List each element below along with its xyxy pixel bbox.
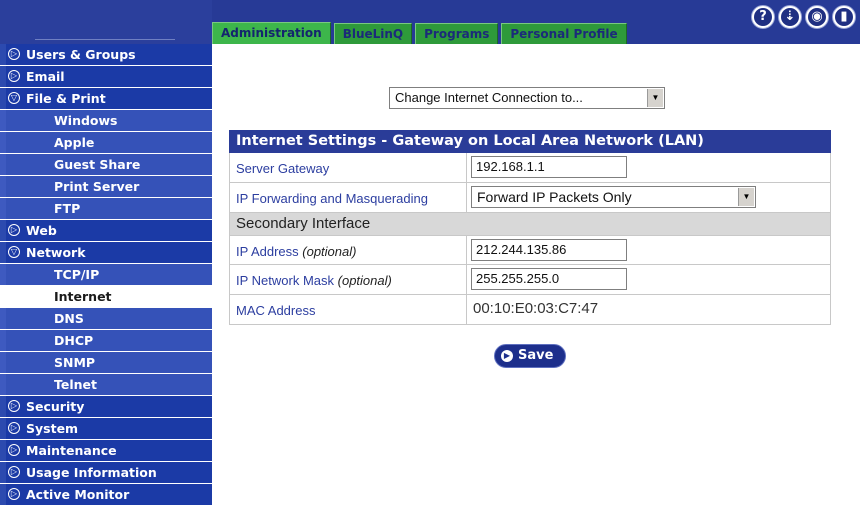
- sidebar-item-label: Web: [26, 223, 57, 238]
- server-gateway-label: Server Gateway: [236, 161, 330, 176]
- sidebar-item-dhcp[interactable]: DHCP: [0, 330, 212, 351]
- expand-arrow-icon: ▷: [8, 70, 20, 82]
- save-button[interactable]: ▶ Save: [494, 344, 566, 368]
- ip-forwarding-value: Forward IP Packets Only: [477, 189, 632, 205]
- sidebar-item-internet[interactable]: Internet: [0, 286, 212, 307]
- sidebar-item-label: Security: [26, 399, 85, 414]
- dropdown-arrow-icon[interactable]: ▼: [738, 188, 754, 206]
- connection-type-select[interactable]: Change Internet Connection to... ▼: [389, 87, 665, 109]
- internet-settings-panel: Internet Settings - Gateway on Local Are…: [229, 130, 831, 325]
- logo-underline: [35, 39, 175, 40]
- logo-area: [0, 0, 212, 44]
- server-gateway-row: Server Gateway 192.168.1.1: [229, 153, 831, 183]
- mac-address-value: 00:10:E0:03:C7:47: [473, 300, 599, 317]
- eye-icon[interactable]: ◉: [805, 5, 829, 29]
- tab-administration[interactable]: Administration: [212, 22, 331, 44]
- ip-mask-row: IP Network Mask (optional) 255.255.255.0: [229, 265, 831, 295]
- sidebar-item-label: Network: [26, 245, 86, 260]
- tab-bluelinq[interactable]: BlueLinQ: [333, 23, 413, 44]
- sidebar-item-label: Users & Groups: [26, 47, 136, 62]
- mac-address-row: MAC Address 00:10:E0:03:C7:47: [229, 295, 831, 325]
- sidebar-item-email[interactable]: ▷ Email: [0, 66, 212, 87]
- optional-hint: (optional): [337, 273, 392, 288]
- sidebar: ▷ Users & Groups ▷ Email ▽ File & Print Win…: [0, 44, 212, 515]
- tab-bar: Administration BlueLinQ Programs Persona…: [212, 22, 630, 44]
- ip-forwarding-row: IP Forwarding and Masquerading Forward I…: [229, 183, 831, 213]
- sidebar-item-network[interactable]: ▽ Network: [0, 242, 212, 263]
- expand-arrow-icon: ▷: [8, 224, 20, 236]
- ip-forwarding-label: IP Forwarding and Masquerading: [236, 191, 428, 206]
- expand-arrow-icon: ▷: [8, 400, 20, 412]
- expand-arrow-icon: ▷: [8, 422, 20, 434]
- sidebar-item-label: Active Monitor: [26, 487, 130, 502]
- save-label: Save: [518, 348, 554, 363]
- sidebar-item-windows[interactable]: Windows: [0, 110, 212, 131]
- sidebar-item-label: File & Print: [26, 91, 106, 106]
- ip-mask-label: IP Network Mask (optional): [236, 273, 392, 288]
- column-divider: [466, 153, 467, 182]
- sidebar-item-system[interactable]: ▷ System: [0, 418, 212, 439]
- sidebar-item-label: Maintenance: [26, 443, 117, 458]
- tab-programs[interactable]: Programs: [415, 23, 499, 44]
- arrow-bullet-icon: ▶: [501, 350, 513, 362]
- inbox-icon[interactable]: ⇣: [778, 5, 802, 29]
- optional-hint: (optional): [302, 244, 357, 259]
- expand-arrow-icon: ▷: [8, 48, 20, 60]
- server-gateway-input[interactable]: 192.168.1.1: [471, 156, 627, 178]
- ip-address-row: IP Address (optional) 212.244.135.86: [229, 235, 831, 265]
- column-divider: [466, 265, 467, 294]
- ip-address-label: IP Address (optional): [236, 244, 356, 259]
- sidebar-item-label: Email: [26, 69, 65, 84]
- column-divider: [466, 236, 467, 265]
- sidebar-item-users-groups[interactable]: ▷ Users & Groups: [0, 44, 212, 65]
- sidebar-item-web[interactable]: ▷ Web: [0, 220, 212, 241]
- sidebar-item-dns[interactable]: DNS: [0, 308, 212, 329]
- ip-mask-label-text: IP Network Mask: [236, 273, 335, 288]
- collapse-arrow-icon: ▽: [8, 246, 20, 258]
- door-icon[interactable]: ▮: [832, 5, 856, 29]
- ip-address-input[interactable]: 212.244.135.86: [471, 239, 627, 261]
- ip-mask-input[interactable]: 255.255.255.0: [471, 268, 627, 290]
- column-divider: [466, 183, 467, 212]
- secondary-interface-heading: Secondary Interface: [229, 213, 831, 235]
- sidebar-item-active-monitor[interactable]: ▷ Active Monitor: [0, 484, 212, 505]
- sidebar-item-maintenance[interactable]: ▷ Maintenance: [0, 440, 212, 461]
- dropdown-arrow-icon[interactable]: ▼: [647, 89, 663, 107]
- expand-arrow-icon: ▷: [8, 466, 20, 478]
- sidebar-item-usage-information[interactable]: ▷ Usage Information: [0, 462, 212, 483]
- sidebar-item-label: Usage Information: [26, 465, 157, 480]
- sidebar-item-apple[interactable]: Apple: [0, 132, 212, 153]
- top-bar: Administration BlueLinQ Programs Persona…: [0, 0, 860, 44]
- sidebar-item-snmp[interactable]: SNMP: [0, 352, 212, 373]
- sidebar-item-guest-share[interactable]: Guest Share: [0, 154, 212, 175]
- column-divider: [466, 295, 467, 324]
- toolbar-icons: ? ⇣ ◉ ▮: [748, 5, 856, 29]
- sidebar-item-print-server[interactable]: Print Server: [0, 176, 212, 197]
- sidebar-item-ftp[interactable]: FTP: [0, 198, 212, 219]
- ip-forwarding-select[interactable]: Forward IP Packets Only ▼: [471, 186, 756, 208]
- sidebar-item-telnet[interactable]: Telnet: [0, 374, 212, 395]
- sidebar-item-file-print[interactable]: ▽ File & Print: [0, 88, 212, 109]
- mac-address-label: MAC Address: [236, 303, 316, 318]
- connection-select-value: Change Internet Connection to...: [395, 90, 583, 105]
- help-icon[interactable]: ?: [751, 5, 775, 29]
- expand-arrow-icon: ▷: [8, 444, 20, 456]
- sidebar-item-label: System: [26, 421, 79, 436]
- expand-arrow-icon: ▷: [8, 488, 20, 500]
- ip-address-label-text: IP Address: [236, 244, 299, 259]
- panel-title: Internet Settings - Gateway on Local Are…: [229, 130, 831, 153]
- collapse-arrow-icon: ▽: [8, 92, 20, 104]
- sidebar-item-tcp-ip[interactable]: TCP/IP: [0, 264, 212, 285]
- tab-personal-profile[interactable]: Personal Profile: [501, 23, 627, 44]
- sidebar-item-security[interactable]: ▷ Security: [0, 396, 212, 417]
